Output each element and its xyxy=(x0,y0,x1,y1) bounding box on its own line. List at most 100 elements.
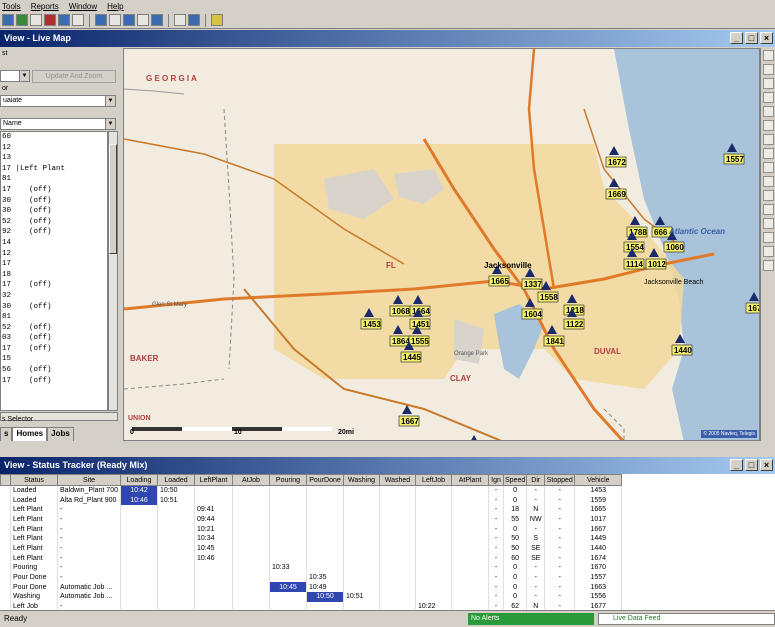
map-canvas[interactable]: 1557167216691788 6661554 10601114 10121665 1… xyxy=(124,49,760,441)
table-row[interactable]: Left Plant -09:41-18 N -1665 xyxy=(0,504,623,515)
column-header[interactable]: Speed xyxy=(502,474,528,486)
vehicle-list-item[interactable]: 30 (off) xyxy=(1,206,107,217)
table-row[interactable]: Pour Done -10:35-0- -1557 xyxy=(0,572,623,583)
vehicle-list-item[interactable]: 32 xyxy=(1,291,107,302)
layers-icon[interactable] xyxy=(763,162,774,173)
column-header[interactable]: LeftJob xyxy=(415,474,452,486)
column-header[interactable]: Ign xyxy=(488,474,504,486)
toolbar-icon-1[interactable] xyxy=(2,14,14,26)
scroll-thumb[interactable] xyxy=(109,144,117,254)
column-header[interactable]: Loading xyxy=(120,474,158,486)
status-grid[interactable]: Status Site Loading Loaded LeftPlant AtJob Pou… xyxy=(0,474,775,610)
vehicle-list-item[interactable]: 12 xyxy=(1,143,107,154)
vertical-scrollbar[interactable] xyxy=(108,131,118,411)
vehicle-list-item[interactable]: 17 (off) xyxy=(1,376,107,387)
flag-icon[interactable] xyxy=(763,246,774,257)
update-zoom-button[interactable]: Update And Zoom xyxy=(32,70,116,83)
vehicle-list-item[interactable]: 15 xyxy=(1,354,107,365)
column-header[interactable]: Dir xyxy=(526,474,546,486)
column-header[interactable]: LeftPlant xyxy=(194,474,233,486)
pan-icon[interactable] xyxy=(763,106,774,117)
menu-help[interactable]: Help xyxy=(107,2,123,11)
toolbar-icon-6[interactable] xyxy=(72,14,84,26)
table-row[interactable]: Pouring -10:33-0- -1670 xyxy=(0,563,623,573)
print-icon[interactable] xyxy=(763,148,774,159)
maximize-button[interactable]: □ xyxy=(745,32,758,44)
toolbar-icon-10[interactable] xyxy=(137,14,149,26)
toolbar-icon-11[interactable] xyxy=(151,14,163,26)
save-icon[interactable] xyxy=(763,232,774,243)
tab-homes[interactable]: Homes xyxy=(12,427,48,441)
menu-tools[interactable]: Tools xyxy=(2,2,21,11)
table-row[interactable]: Loaded Baldwin_Plant 700 10:42 10:50-0- -145… xyxy=(0,485,623,496)
vehicle-list-item[interactable]: 30 (off) xyxy=(1,302,107,313)
table-row[interactable]: Left Plant -10:45-50 SE -1440 xyxy=(0,543,623,554)
close-button[interactable]: × xyxy=(760,32,773,44)
vehicle-list-item[interactable]: 17 (off) xyxy=(1,280,107,291)
column-header[interactable]: Vehicle xyxy=(574,474,623,486)
tab-jobs[interactable]: Jobs xyxy=(47,427,74,441)
table-row[interactable]: Washing Automatic Job ... 10:50 10:51-0- -15… xyxy=(0,592,623,602)
live-map[interactable]: 1557 1672 1669 1788 666 1554 1060 1114 1012 1665 1… xyxy=(123,48,760,441)
vehicle-list-item[interactable]: 03 (off) xyxy=(1,333,107,344)
vehicle-list-item[interactable]: 12 xyxy=(1,249,107,260)
toolbar-icon-9[interactable] xyxy=(123,14,135,26)
vehicle-list-item[interactable]: 81 xyxy=(1,174,107,185)
zoom-in-icon[interactable] xyxy=(763,64,774,75)
tab-vehicles[interactable]: s xyxy=(0,427,13,441)
toolbar-icon-2[interactable] xyxy=(16,14,28,26)
column-header[interactable]: AtJob xyxy=(232,474,270,486)
settings-icon[interactable] xyxy=(763,204,774,215)
minimize-button[interactable]: _ xyxy=(730,459,743,471)
vehicle-list-item[interactable]: 14 xyxy=(1,238,107,249)
column-header[interactable]: Pouring xyxy=(269,474,307,486)
vehicle-list-item[interactable]: 17 xyxy=(1,259,107,270)
zoom-extents-icon[interactable] xyxy=(763,92,774,103)
vehicle-list-item[interactable]: 18 xyxy=(1,270,107,281)
column-header[interactable]: Washed xyxy=(379,474,416,486)
table-row[interactable]: Left Plant -09:44-55 NW -1017 xyxy=(0,514,623,525)
vehicle-list-item[interactable]: 13 xyxy=(1,153,107,164)
vehicle-list-item[interactable]: 17 |Left Plant xyxy=(1,164,107,175)
vehicle-list-item[interactable]: 56 (off) xyxy=(1,365,107,376)
column-header[interactable]: PourDone xyxy=(306,474,344,486)
binoculars-icon[interactable] xyxy=(763,190,774,201)
menu-window[interactable]: Window xyxy=(69,2,97,11)
table-row[interactable]: Left Plant -10:46-60 SE -1674 xyxy=(0,553,623,563)
table-row[interactable]: Loaded Alta Rd_Plant 900 10:46 10:51-0- -155… xyxy=(0,495,623,505)
column-header[interactable] xyxy=(0,474,11,486)
menu-reports[interactable]: Reports xyxy=(31,2,59,11)
vehicle-list-item[interactable]: 17 (off) xyxy=(1,185,107,196)
toolbar-icon-4[interactable] xyxy=(44,14,56,26)
column-header[interactable]: AtPlant xyxy=(451,474,489,486)
vehicle-list-item[interactable]: 60 xyxy=(1,132,107,143)
table-row[interactable]: Pour Done Automatic Job ... 10:45 10:49-0- -… xyxy=(0,582,623,593)
vehicle-list-item[interactable]: 52 (off) xyxy=(1,323,107,334)
vehicle-list-item[interactable]: 81 xyxy=(1,312,107,323)
toolbar-icon-7[interactable] xyxy=(95,14,107,26)
color-select[interactable]: uaiate ▼ xyxy=(0,95,116,107)
toolbar-icon-5[interactable] xyxy=(58,14,70,26)
column-header[interactable]: Loaded xyxy=(157,474,195,486)
zoom-out-icon[interactable] xyxy=(763,78,774,89)
table-row[interactable]: Left Plant -10:21-0- -1667 xyxy=(0,524,623,534)
vehicle-list[interactable]: 60 12 13 17 |Left Plant 81 17 (off) 30 (off) 30… xyxy=(0,131,108,411)
group-select[interactable]: ▼ xyxy=(0,70,30,82)
column-header[interactable]: Stopped xyxy=(544,474,576,486)
pointer-icon[interactable] xyxy=(763,50,774,61)
route-icon[interactable] xyxy=(763,134,774,145)
globe-icon[interactable] xyxy=(763,176,774,187)
vehicle-list-item[interactable]: 52 (off) xyxy=(1,217,107,228)
column-header[interactable]: Status xyxy=(10,474,58,486)
sort-select[interactable]: Name ▼ xyxy=(0,118,116,130)
toolbar-icon-13[interactable] xyxy=(188,14,200,26)
truck-icon[interactable] xyxy=(763,260,774,271)
column-header[interactable]: Site xyxy=(57,474,121,486)
toolbar-icon-3[interactable] xyxy=(30,14,42,26)
toolbar-icon-12[interactable] xyxy=(174,14,186,26)
table-row[interactable]: Left Job -10:22-62 N -1677 xyxy=(0,601,623,610)
vehicle-list-item[interactable]: 30 (off) xyxy=(1,196,107,207)
toolbar-icon-8[interactable] xyxy=(109,14,121,26)
close-button[interactable]: × xyxy=(760,459,773,471)
alerts-indicator[interactable]: No Alerts xyxy=(468,613,594,625)
